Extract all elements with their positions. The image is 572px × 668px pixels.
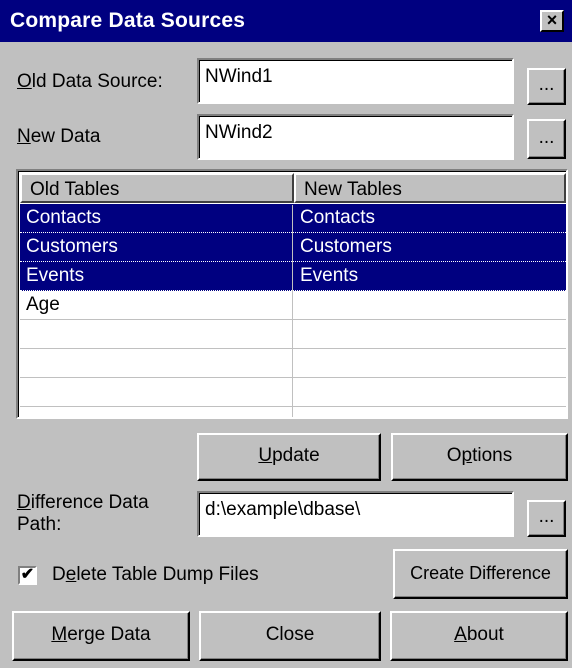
column-divider xyxy=(292,205,293,417)
difference-path-input[interactable]: d:\example\dbase\ xyxy=(197,491,514,537)
old-source-browse-button[interactable]: ... xyxy=(527,68,566,105)
difference-path-label: Difference Data Path: xyxy=(17,492,149,535)
tables-grid[interactable]: Old Tables New Tables Contacts Contacts Cu… xyxy=(16,169,568,419)
update-button[interactable]: Update xyxy=(197,433,381,481)
old-data-source-label: Old Data Source: xyxy=(17,71,163,92)
new-table-cell: Events xyxy=(300,265,359,286)
new-table-cell: Contacts xyxy=(300,207,375,228)
old-table-cell: Events xyxy=(26,265,85,286)
new-table-cell: Customers xyxy=(300,236,392,257)
options-button[interactable]: Options xyxy=(391,433,568,481)
close-icon[interactable]: × xyxy=(540,10,564,32)
new-data-label: New Data xyxy=(17,126,101,147)
table-row[interactable] xyxy=(20,320,566,349)
delete-dump-files-label[interactable]: Delete Table Dump Files xyxy=(52,564,259,586)
table-row[interactable] xyxy=(20,378,566,407)
table-row[interactable]: Age xyxy=(20,291,566,320)
old-table-cell: Customers xyxy=(26,236,118,257)
table-row[interactable]: Events Events xyxy=(20,262,566,291)
new-tables-header[interactable]: New Tables xyxy=(294,173,566,203)
close-button[interactable]: Close xyxy=(199,611,381,661)
compare-data-sources-dialog: Compare Data Sources × Old Data Source: … xyxy=(0,0,572,668)
dialog-title: Compare Data Sources xyxy=(10,9,246,32)
table-row[interactable]: Customers Customers xyxy=(20,233,566,262)
about-button[interactable]: About xyxy=(390,611,568,661)
delete-dump-files-checkbox[interactable]: ✔ xyxy=(18,566,37,585)
table-row[interactable] xyxy=(20,349,566,378)
difference-path-browse-button[interactable]: ... xyxy=(527,500,566,537)
old-table-cell: Age xyxy=(26,294,60,315)
old-tables-header[interactable]: Old Tables xyxy=(20,173,294,203)
new-data-input[interactable]: NWind2 xyxy=(197,114,514,160)
old-table-cell: Contacts xyxy=(26,207,101,228)
table-row[interactable]: Contacts Contacts xyxy=(20,204,566,233)
merge-data-button[interactable]: Merge Data xyxy=(12,611,190,661)
create-difference-button[interactable]: Create Difference xyxy=(393,549,568,599)
title-bar[interactable]: Compare Data Sources × xyxy=(0,0,572,42)
old-data-source-input[interactable]: NWind1 xyxy=(197,58,514,104)
new-source-browse-button[interactable]: ... xyxy=(527,119,566,159)
